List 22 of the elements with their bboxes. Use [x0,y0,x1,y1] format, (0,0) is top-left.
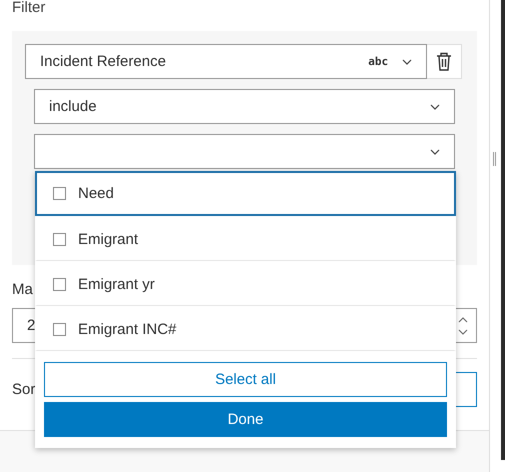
chevron-down-icon [430,148,440,154]
done-button[interactable]: Done [44,402,447,437]
checkbox[interactable] [53,187,66,200]
checkbox[interactable] [53,232,66,246]
checkbox[interactable] [53,278,66,290]
value-select[interactable] [34,134,455,169]
section-label: Filter [12,0,46,15]
operator-select[interactable]: include [34,89,455,124]
delete-button[interactable] [427,44,462,79]
sort-label: Sor [12,381,36,398]
option-item[interactable]: Emigrant INC# [35,306,456,351]
field-select[interactable]: Incident Reference abc [25,44,428,79]
resize-handle[interactable] [493,152,496,166]
select-all-button[interactable]: Select all [44,362,447,397]
trash-icon [436,52,452,71]
chevron-down-icon [402,58,412,64]
option-item[interactable]: Emigrant [35,216,456,261]
checkbox[interactable] [53,322,66,336]
option-item[interactable]: Emigrant yr [35,261,456,306]
chevron-down-icon [430,104,440,110]
max-label: Ma [12,281,33,298]
option-item[interactable]: Need [35,171,456,216]
